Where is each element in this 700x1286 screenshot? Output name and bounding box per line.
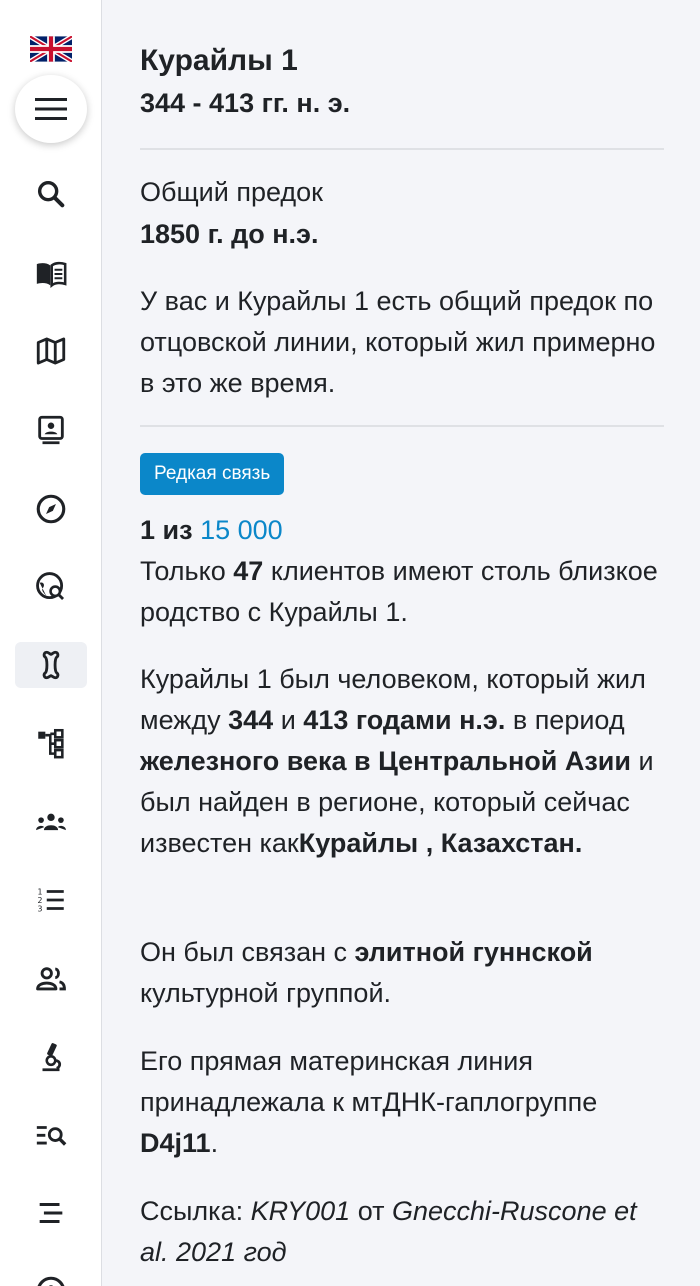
rarity-badge: Редкая связь xyxy=(140,453,285,495)
rarity-ratio: 1 из 15 000 xyxy=(140,510,664,551)
globe-search-icon[interactable] xyxy=(15,564,87,610)
ancestor-description: У вас и Курайлы 1 есть общий предок по о… xyxy=(140,286,656,398)
numbered-list-icon[interactable]: 123 xyxy=(15,877,87,923)
tree-icon[interactable] xyxy=(15,720,87,766)
bone-icon[interactable] xyxy=(15,642,87,688)
date-range: 344 - 413 гг. н. э. xyxy=(140,88,351,118)
profile-card-icon[interactable] xyxy=(15,407,87,453)
list-search-icon[interactable] xyxy=(15,1113,87,1159)
book-icon[interactable] xyxy=(15,251,87,297)
divider xyxy=(140,425,664,427)
uk-flag-icon[interactable] xyxy=(28,34,74,64)
sidebar: 123 xyxy=(0,0,102,1286)
bio-paragraph-1: Курайлы 1 был человеком, который жил меж… xyxy=(140,664,654,858)
ratio-prefix: 1 из xyxy=(140,515,193,545)
sort-lines-icon[interactable] xyxy=(15,1190,87,1236)
divider xyxy=(140,148,664,150)
common-ancestor-label: Общий предок xyxy=(140,177,323,207)
ratio-value[interactable]: 15 000 xyxy=(200,515,283,545)
clients-count: 47 xyxy=(233,556,264,586)
rarity-block: 1 из 15 000 Только 47 клиентов имеют сто… xyxy=(140,510,664,633)
reference: Ссылка: KRY001 от Gnecchi-Ruscone et al.… xyxy=(140,1196,637,1267)
users-icon[interactable] xyxy=(15,956,87,1002)
hamburger-icon xyxy=(35,98,67,120)
rarity-text: Только 47 клиентов имеют столь близкое р… xyxy=(140,551,664,633)
microscope-icon[interactable] xyxy=(15,1034,87,1080)
clients-prefix: Только xyxy=(140,556,226,586)
search-icon[interactable] xyxy=(15,171,87,217)
group-icon[interactable] xyxy=(15,800,87,846)
common-ancestor-date: 1850 г. до н.э. xyxy=(140,219,319,249)
compass-icon[interactable] xyxy=(15,486,87,532)
bio-paragraph-2: Он был связан с элитной гуннской культур… xyxy=(140,937,593,1008)
map-icon[interactable] xyxy=(15,328,87,374)
hamburger-menu-button[interactable] xyxy=(15,75,87,143)
page-title: Курайлы 1 xyxy=(140,44,298,77)
info-icon[interactable] xyxy=(15,1268,87,1286)
svg-text:3: 3 xyxy=(38,904,43,913)
bio-paragraph-3: Его прямая материнская линия принадлежал… xyxy=(140,1046,598,1158)
